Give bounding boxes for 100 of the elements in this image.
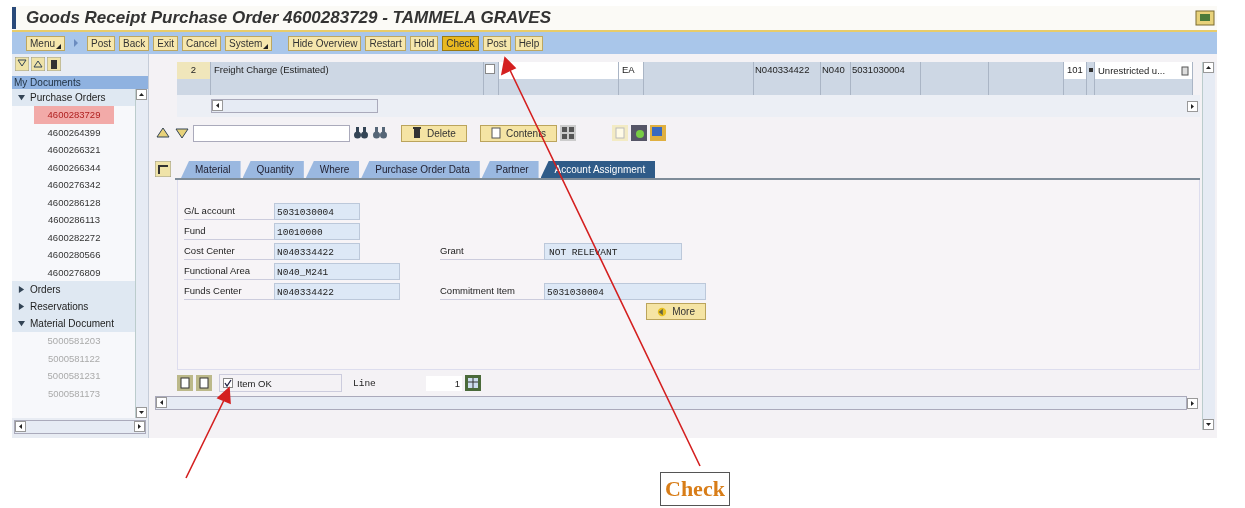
trash-icon <box>412 127 422 139</box>
tree-node[interactable]: Purchase Orders <box>12 89 135 106</box>
tree-node[interactable]: Material Document <box>12 315 135 332</box>
table-cell <box>619 79 644 95</box>
binoculars-icon[interactable] <box>353 125 369 141</box>
scroll-down-button[interactable] <box>136 407 147 418</box>
filter-icon[interactable] <box>31 57 45 71</box>
table-cell: Unrestricted u... <box>1098 65 1166 76</box>
table-cell: 5031030004 <box>851 62 921 79</box>
filter-icon[interactable] <box>15 57 29 71</box>
checkbox[interactable] <box>485 64 495 74</box>
delete-button[interactable]: Delete <box>401 124 467 142</box>
tree-node[interactable]: Reservations <box>12 298 135 315</box>
scroll-left-button[interactable] <box>15 421 26 432</box>
table-cell <box>177 79 211 95</box>
toolbar-button[interactable]: Hold <box>409 35 439 51</box>
tree-item[interactable]: 4600276342 <box>34 176 114 194</box>
sort-icon[interactable] <box>155 125 171 141</box>
toolbar-button[interactable]: Menu <box>26 35 65 51</box>
scrollbar[interactable] <box>14 420 146 434</box>
scroll-right-button[interactable] <box>134 421 145 432</box>
toolbar-button[interactable]: Exit <box>153 35 178 51</box>
input-field[interactable] <box>193 124 350 142</box>
tree-item[interactable]: 4600266344 <box>34 158 114 176</box>
sidebar-header: My Documents <box>12 76 148 89</box>
tab[interactable]: Partner <box>481 161 539 178</box>
tab[interactable]: Material <box>181 161 241 178</box>
sort-icon[interactable] <box>174 125 190 141</box>
field-label: Line <box>352 377 377 389</box>
scroll-right-button[interactable] <box>1187 397 1198 409</box>
input-field[interactable]: 5031030004 <box>274 202 360 220</box>
next-item-icon[interactable] <box>196 375 212 391</box>
table-cell <box>1064 79 1087 95</box>
binoculars-icon[interactable] <box>372 125 388 141</box>
toolbar-button[interactable]: Restart <box>365 35 406 51</box>
toolbar-button[interactable]: Back <box>119 35 150 51</box>
tree-item[interactable]: 4600283729 <box>34 106 114 124</box>
clipboard-icon[interactable] <box>1181 65 1189 76</box>
table-cell: EA <box>619 62 644 79</box>
scrollbar[interactable] <box>1202 62 1215 430</box>
scrollbar[interactable] <box>155 396 1187 410</box>
caret-icon <box>18 320 25 327</box>
scroll-left-button[interactable] <box>156 397 167 408</box>
scrollbar[interactable] <box>135 89 148 418</box>
table-icon[interactable] <box>465 375 481 391</box>
scroll-right-button[interactable] <box>1187 100 1198 112</box>
scroll-down-button[interactable] <box>1203 419 1214 430</box>
tree-item[interactable]: 4600264399 <box>34 123 114 141</box>
tree-item[interactable]: 4600286113 <box>34 211 114 229</box>
checkbox-label: Item OK <box>237 377 272 389</box>
toolbar-button[interactable]: Check <box>442 35 479 51</box>
checkbox[interactable] <box>223 378 233 388</box>
window-icon[interactable] <box>649 125 666 141</box>
caret-icon <box>18 94 25 101</box>
input-field[interactable]: 10010000 <box>274 222 360 240</box>
input-field[interactable]: 5031030004 <box>544 282 706 300</box>
window-title: Goods Receipt Purchase Order 4600283729 - TAMMELA GRAVES <box>26 8 552 28</box>
input-field[interactable]: N040_M241 <box>274 262 400 280</box>
settings-icon[interactable] <box>630 125 647 141</box>
toolbar-button[interactable]: System <box>225 35 273 51</box>
table-cell: Freight Charge (Estimated) <box>211 62 484 79</box>
table-cell <box>851 79 921 95</box>
tree-item[interactable]: 4600276809 <box>34 263 114 281</box>
more-button[interactable]: More <box>646 303 706 320</box>
input-field[interactable]: N040334422 <box>274 242 360 260</box>
toolbar-button[interactable]: Help <box>514 35 544 51</box>
toolbar-button[interactable]: Post <box>87 35 116 51</box>
input-field[interactable]: 1 <box>426 375 462 391</box>
toolbar-button[interactable]: Cancel <box>181 35 222 51</box>
toolbar-button[interactable]: Post <box>482 35 511 51</box>
tree-item[interactable]: 4600282272 <box>34 228 114 246</box>
collapse-icon[interactable] <box>155 161 171 177</box>
toolbar-button[interactable]: Hide Overview <box>288 35 362 51</box>
input-field[interactable]: N040334422 <box>274 282 400 300</box>
tab[interactable]: Quantity <box>242 161 304 178</box>
screen-icon[interactable] <box>1195 10 1215 26</box>
table-cell <box>921 79 989 95</box>
tree-item[interactable]: 4600286128 <box>34 193 114 211</box>
previous-item-icon[interactable] <box>177 375 193 391</box>
tab[interactable]: Purchase Order Data <box>361 161 480 178</box>
scrollbar[interactable] <box>211 99 378 113</box>
tree-node[interactable]: Orders <box>12 281 135 298</box>
input-field[interactable] <box>499 62 619 79</box>
document-icon <box>490 127 501 139</box>
grid-icon[interactable] <box>559 125 576 141</box>
scroll-up-button[interactable] <box>136 89 147 100</box>
scroll-up-button[interactable] <box>1203 62 1214 73</box>
caret-icon <box>18 286 25 293</box>
caret-icon <box>18 303 25 310</box>
table-cell: 101 <box>1064 62 1087 79</box>
trash-icon[interactable] <box>47 57 61 71</box>
table-cell <box>821 79 851 95</box>
tree-item[interactable]: 4600266321 <box>34 141 114 159</box>
scroll-left-button[interactable] <box>212 100 223 111</box>
table-cell: 2 <box>177 62 211 79</box>
table-cell: N040 <box>821 62 851 79</box>
tree-item[interactable]: 4600280566 <box>34 246 114 264</box>
tab[interactable]: Where <box>305 161 360 178</box>
callout-label: Check <box>660 472 730 506</box>
table-cell <box>921 62 989 79</box>
